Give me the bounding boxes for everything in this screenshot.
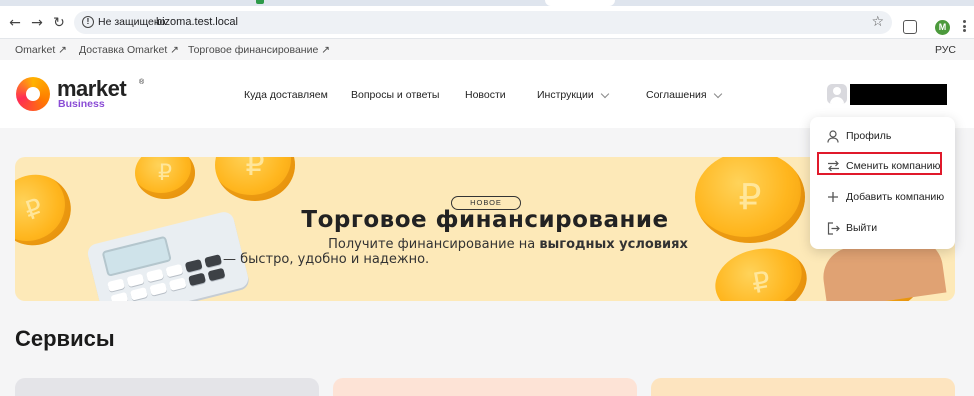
menu-item-label: Сменить компанию	[846, 160, 941, 172]
security-indicator[interactable]: ! Не защищено	[82, 16, 166, 28]
chevron-down-icon	[600, 89, 609, 98]
service-card[interactable]	[651, 378, 955, 396]
language-switch[interactable]: РУС	[935, 44, 956, 56]
nav-item-news[interactable]: Новости	[465, 89, 506, 101]
nav-item-agreements[interactable]: Соглашения	[646, 89, 722, 101]
user-avatar-icon[interactable]	[827, 84, 847, 104]
services-heading: Сервисы	[15, 326, 115, 351]
nav-item-instructions[interactable]: Инструкции	[537, 89, 609, 101]
reload-icon[interactable]: ↻	[50, 14, 68, 32]
logout-icon	[826, 221, 840, 235]
extensions-icon[interactable]	[903, 20, 917, 34]
nav-item-delivery[interactable]: Куда доставляем	[244, 89, 328, 101]
top-links-bar: Omarket ↗ Доставка Omarket ↗ Торговое фи…	[0, 40, 974, 60]
person-icon	[826, 129, 840, 143]
menu-item-switch-company[interactable]: Сменить компанию	[810, 154, 955, 178]
toplink-omarket[interactable]: Omarket ↗	[15, 44, 67, 56]
nav-item-faq[interactable]: Вопросы и ответы	[351, 89, 439, 101]
logo-ring-icon	[16, 77, 50, 111]
service-card[interactable]	[333, 378, 637, 396]
browser-profile-avatar[interactable]: M	[935, 20, 950, 35]
toplink-trade-finance[interactable]: Торговое финансирование ↗	[188, 44, 330, 56]
browser-menu-icon[interactable]	[962, 18, 966, 34]
user-name-redacted[interactable]	[850, 84, 947, 105]
forward-arrow-icon[interactable]: →	[28, 14, 46, 32]
address-bar[interactable]: ! Не защищено bizoma.test.local ☆	[74, 11, 892, 34]
browser-toolbar: ← → ↻ ! Не защищено bizoma.test.local ☆ …	[0, 6, 974, 39]
chevron-down-icon	[713, 89, 722, 98]
bookmark-star-icon[interactable]: ☆	[871, 14, 884, 30]
warning-icon: !	[82, 16, 94, 28]
banner-subtitle: Получите финансирование на выгодных усло…	[223, 237, 688, 267]
back-arrow-icon[interactable]: ←	[6, 14, 24, 32]
plus-icon	[826, 190, 840, 204]
coin-icon	[215, 157, 295, 201]
logo-subtitle: Business	[58, 98, 105, 110]
menu-item-label: Выйти	[846, 222, 878, 234]
url-text[interactable]: bizoma.test.local	[156, 16, 238, 28]
menu-item-label: Профиль	[846, 130, 892, 142]
menu-item-label: Добавить компанию	[846, 191, 945, 203]
menu-item-logout[interactable]: Выйти	[810, 216, 955, 240]
menu-item-add-company[interactable]: Добавить компанию	[810, 185, 955, 209]
user-menu-dropdown: Профиль Сменить компанию Добавить компан…	[810, 117, 955, 249]
toplink-delivery[interactable]: Доставка Omarket ↗	[79, 44, 179, 56]
swap-arrows-icon	[826, 159, 840, 173]
service-card[interactable]	[15, 378, 319, 396]
logo-registered-mark: ®	[139, 79, 145, 86]
tab-favicon-fragment[interactable]	[256, 0, 264, 4]
menu-item-profile[interactable]: Профиль	[810, 124, 955, 148]
coin-icon	[135, 157, 195, 199]
